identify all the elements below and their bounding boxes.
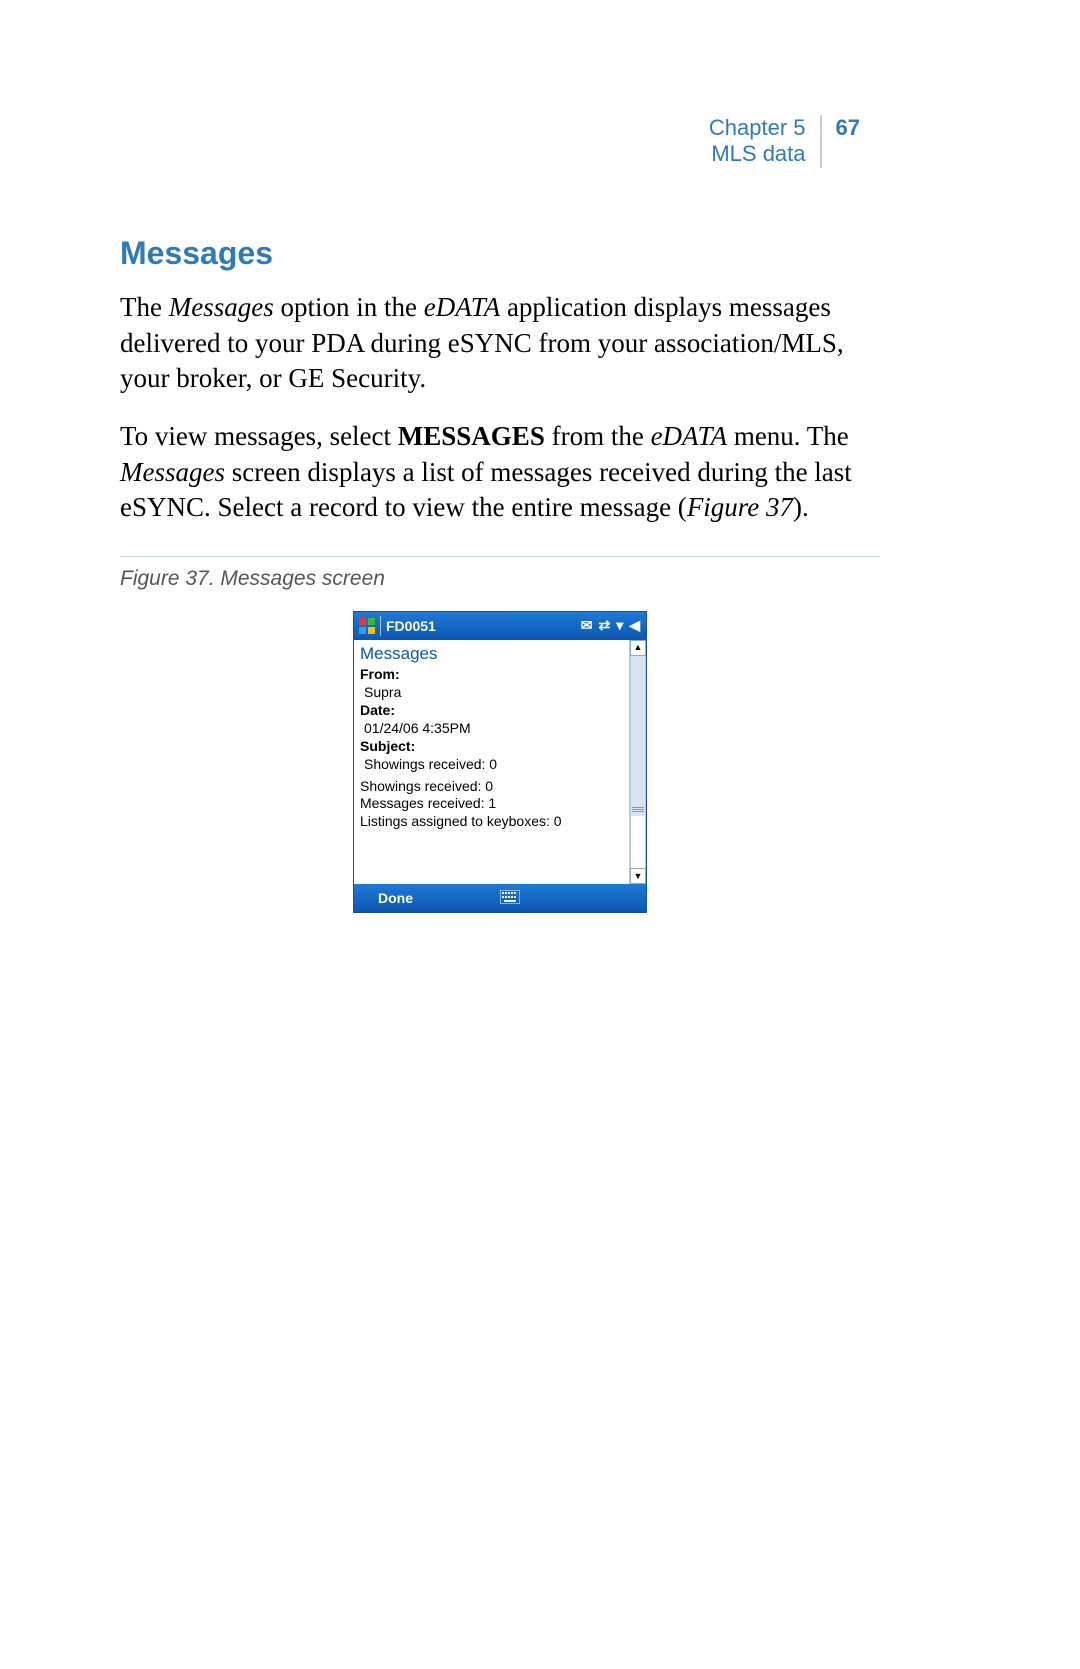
scroll-grip-icon bbox=[632, 804, 644, 816]
text: To view messages, select bbox=[120, 421, 398, 451]
running-header: Chapter 5 MLS data 67 bbox=[709, 115, 860, 168]
header-left: Chapter 5 MLS data bbox=[709, 115, 822, 168]
paragraph-2: To view messages, select MESSAGES from t… bbox=[120, 419, 880, 526]
date-value: 01/24/06 4:35PM bbox=[364, 720, 623, 736]
pda-body-row: Messages From: Supra Date: 01/24/06 4:35… bbox=[354, 640, 646, 885]
chapter-subtitle: MLS data bbox=[709, 141, 806, 167]
from-value: Supra bbox=[364, 684, 623, 700]
chapter-label: Chapter 5 bbox=[709, 115, 806, 141]
em-messages-2: Messages bbox=[120, 457, 225, 487]
paragraph-1: The Messages option in the eDATA applica… bbox=[120, 290, 880, 397]
figure-separator bbox=[120, 556, 880, 557]
bold-messages: MESSAGES bbox=[398, 421, 545, 451]
sync-icon: ⇄ bbox=[598, 617, 610, 634]
content-block: Messages The Messages option in the eDAT… bbox=[120, 235, 880, 913]
body-line-3: Listings assigned to keyboxes: 0 bbox=[360, 813, 623, 831]
text: option in the bbox=[274, 292, 424, 322]
scroll-thumb[interactable] bbox=[630, 656, 646, 816]
envelope-icon: ✉ bbox=[581, 617, 593, 634]
pda-titlebar: FD0051 ✉ ⇄ ▾ ◀ bbox=[354, 612, 646, 640]
figure-caption: Figure 37. Messages screen bbox=[120, 567, 880, 591]
text: from the bbox=[545, 421, 651, 451]
subject-label: Subject: bbox=[360, 738, 623, 754]
pda-screenshot: FD0051 ✉ ⇄ ▾ ◀ Messages From: Supra Date… bbox=[353, 611, 647, 914]
scroll-down-button[interactable]: ▼ bbox=[630, 868, 646, 884]
em-messages: Messages bbox=[169, 292, 274, 322]
manual-page: Chapter 5 MLS data 67 Messages The Messa… bbox=[0, 0, 1080, 1669]
date-label: Date: bbox=[360, 702, 623, 718]
pda-bottombar: Done bbox=[354, 884, 646, 912]
from-label: From: bbox=[360, 666, 623, 682]
em-edata: eDATA bbox=[424, 292, 500, 322]
subject-value: Showings received: 0 bbox=[364, 756, 623, 772]
keyboard-icon[interactable] bbox=[498, 890, 522, 907]
scroll-up-button[interactable]: ▲ bbox=[630, 640, 646, 656]
text: The bbox=[120, 292, 169, 322]
section-heading: Messages bbox=[120, 235, 880, 272]
message-body: Showings received: 0 Messages received: … bbox=[360, 778, 623, 831]
body-spacer bbox=[360, 830, 623, 878]
done-button[interactable]: Done bbox=[354, 890, 498, 906]
speaker-icon: ◀ bbox=[629, 617, 640, 634]
em-figure-ref: Figure 37 bbox=[687, 492, 793, 522]
windows-flag-icon bbox=[358, 617, 376, 635]
scroll-track[interactable] bbox=[630, 816, 646, 869]
text: menu. The bbox=[727, 421, 849, 451]
page-number: 67 bbox=[822, 115, 860, 141]
scrollbar[interactable]: ▲ ▼ bbox=[629, 640, 646, 885]
body-line-2: Messages received: 1 bbox=[360, 795, 623, 813]
title-separator bbox=[380, 616, 381, 636]
screen-title: Messages bbox=[360, 644, 623, 664]
text: ). bbox=[793, 492, 809, 522]
pda-status-icons: ✉ ⇄ ▾ ◀ bbox=[581, 617, 640, 634]
em-edata-2: eDATA bbox=[651, 421, 727, 451]
pda-body: Messages From: Supra Date: 01/24/06 4:35… bbox=[354, 640, 629, 885]
body-line-1: Showings received: 0 bbox=[360, 778, 623, 796]
signal-icon: ▾ bbox=[616, 617, 623, 634]
pda-window-title: FD0051 bbox=[386, 618, 581, 634]
